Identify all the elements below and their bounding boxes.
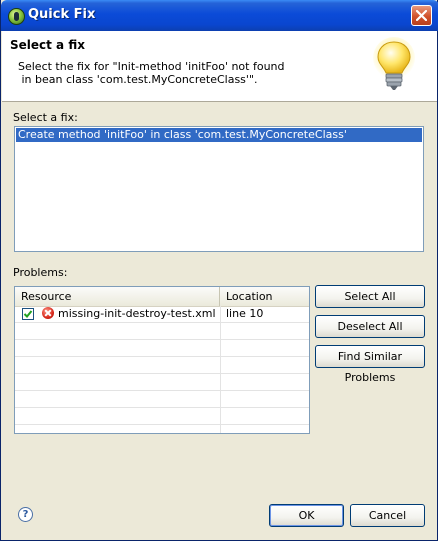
- location-cell: line 10: [226, 307, 264, 320]
- select-fix-label: Select a fix:: [13, 111, 78, 124]
- quick-fix-dialog: Quick Fix Select a fix Select the fix fo…: [0, 0, 438, 541]
- select-all-button[interactable]: Select All: [315, 285, 425, 308]
- empty-row: [15, 374, 309, 391]
- deselect-all-button[interactable]: Deselect All: [315, 315, 425, 338]
- resource-cell: missing-init-destroy-test.xml: [58, 307, 216, 320]
- column-header-location[interactable]: Location: [220, 287, 309, 306]
- problem-checkbox[interactable]: [22, 308, 34, 320]
- window-title: Quick Fix: [28, 7, 96, 22]
- checkmark-icon: [23, 310, 33, 318]
- cancel-button[interactable]: Cancel: [350, 504, 425, 527]
- empty-row: [15, 340, 309, 357]
- eclipse-icon: [8, 8, 25, 25]
- empty-row: [15, 357, 309, 374]
- column-header-resource[interactable]: Resource: [15, 287, 220, 306]
- ok-button[interactable]: OK: [269, 504, 344, 527]
- description-line-1: Select the fix for "Init-method 'initFoo…: [18, 60, 285, 73]
- help-icon[interactable]: ?: [18, 507, 33, 522]
- fix-list-item[interactable]: Create method 'initFoo' in class 'com.te…: [16, 128, 422, 142]
- header-title: Select a fix: [10, 38, 85, 52]
- table-row[interactable]: missing-init-destroy-test.xml line 10: [15, 306, 309, 323]
- problems-label: Problems:: [13, 266, 68, 279]
- empty-row: [15, 391, 309, 408]
- header-description: Select the fix for "Init-method 'initFoo…: [18, 60, 285, 86]
- title-bar[interactable]: Quick Fix: [1, 0, 438, 31]
- empty-row: [15, 408, 309, 425]
- dialog-header: Select a fix Select the fix for "Init-me…: [2, 31, 437, 102]
- problems-table[interactable]: Resource Location missing-init-destroy-t…: [14, 286, 310, 434]
- lightbulb-icon: [373, 37, 415, 90]
- empty-row: [15, 323, 309, 340]
- find-similar-problems-button[interactable]: Find Similar Problems: [315, 345, 425, 384]
- fix-list[interactable]: Create method 'initFoo' in class 'com.te…: [14, 126, 424, 252]
- description-line-2: in bean class 'com.test.MyConcreteClass'…: [18, 73, 258, 86]
- table-header: Resource Location: [15, 287, 309, 307]
- close-icon: [416, 10, 427, 21]
- close-button[interactable]: [411, 5, 432, 26]
- error-icon: [42, 307, 54, 319]
